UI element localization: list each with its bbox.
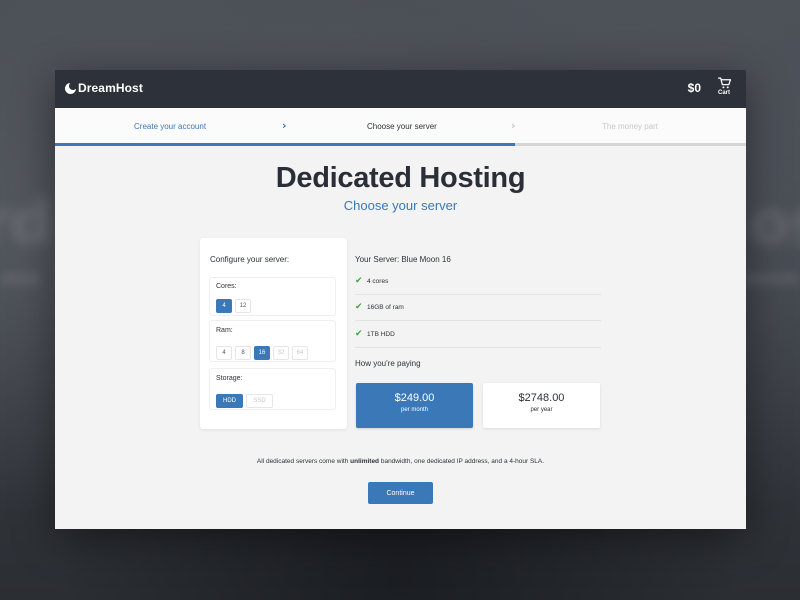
storage-option-group: Storage: HDD SSD [209, 368, 336, 410]
brand-logo[interactable]: DreamHost [65, 81, 143, 95]
checkout-steps: Create your account › Choose your server… [55, 108, 746, 146]
ram-option-4[interactable]: 4 [216, 346, 232, 360]
spec-item: ✔ 4 cores [355, 269, 601, 295]
plan-yearly-option[interactable]: $2748.00 per year [483, 383, 600, 428]
ram-option-8[interactable]: 8 [235, 346, 251, 360]
cores-option-12[interactable]: 12 [235, 299, 251, 313]
step-choose-server: Choose your server [367, 122, 437, 131]
chevron-right-icon: › [511, 119, 516, 132]
cart-label: Cart [717, 90, 730, 96]
step-money-part: The money part [602, 122, 659, 131]
background-decoration [0, 272, 40, 286]
dreamhost-logo-icon [65, 81, 77, 94]
spec-cores: 4 cores [367, 278, 389, 285]
server-heading: Your Server: Blue Moon 16 [355, 255, 451, 264]
cart-button[interactable]: Cart [715, 77, 733, 96]
ram-label: Ram: [216, 327, 233, 334]
payment-heading: How you're paying [355, 359, 421, 368]
check-icon: ✔ [355, 302, 363, 312]
plan-yearly-price: $2748.00 [518, 392, 565, 404]
ram-option-64[interactable]: 64 [292, 346, 308, 360]
storage-label: Storage: [216, 375, 243, 382]
page-title: Dedicated Hosting [275, 162, 526, 194]
progress-bar [55, 143, 746, 146]
plan-monthly-option[interactable]: $249.00 per month [356, 383, 473, 428]
brand-name: DreamHost [78, 81, 143, 95]
continue-button[interactable]: Continue [368, 482, 433, 504]
configure-server-panel: Configure your server: Cores: 4 12 Ram: … [200, 238, 347, 429]
plan-yearly-period: per year [530, 407, 553, 413]
page-subtitle: Choose your server [343, 198, 458, 213]
check-icon: ✔ [355, 329, 363, 339]
step-create-account[interactable]: Create your account [134, 122, 206, 131]
spec-storage: 1TB HDD [367, 331, 395, 338]
background-decoration: rd [0, 188, 53, 258]
ram-option-32[interactable]: 32 [273, 346, 289, 360]
cart-icon [717, 77, 731, 89]
cores-option-4[interactable]: 4 [216, 299, 232, 313]
ram-option-group: Ram: 4 8 16 32 64 [209, 320, 336, 362]
chevron-right-icon: › [282, 119, 287, 132]
background-decoration: os [749, 188, 800, 258]
cart-total: $0 [687, 81, 701, 95]
checkout-window: DreamHost $0 Cart Create your account › … [55, 70, 746, 529]
plan-monthly-period: per month [400, 407, 428, 413]
server-footnote: All dedicated servers come with unlimite… [55, 458, 746, 465]
progress-bar-fill [55, 143, 516, 146]
storage-option-hdd[interactable]: HDD [216, 394, 243, 408]
cores-option-group: Cores: 4 12 [209, 277, 336, 316]
spec-item: ✔ 1TB HDD [355, 322, 601, 348]
spec-item: ✔ 16GB of ram [355, 295, 601, 321]
footnote-text: All dedicated servers come with [256, 458, 351, 465]
configure-title: Configure your server: [210, 255, 290, 264]
background-decoration [740, 272, 800, 286]
cores-label: Cores: [216, 283, 237, 290]
plan-monthly-price: $249.00 [394, 392, 435, 404]
storage-option-ssd[interactable]: SSD [246, 394, 273, 408]
check-icon: ✔ [355, 276, 363, 286]
ram-option-16[interactable]: 16 [254, 346, 270, 360]
spec-ram: 16GB of ram [367, 304, 404, 311]
footnote-emphasis: unlimited [350, 458, 380, 465]
top-navigation-bar: DreamHost $0 Cart [55, 70, 746, 108]
footnote-text: bandwidth, one dedicated IP address, and… [379, 458, 545, 465]
